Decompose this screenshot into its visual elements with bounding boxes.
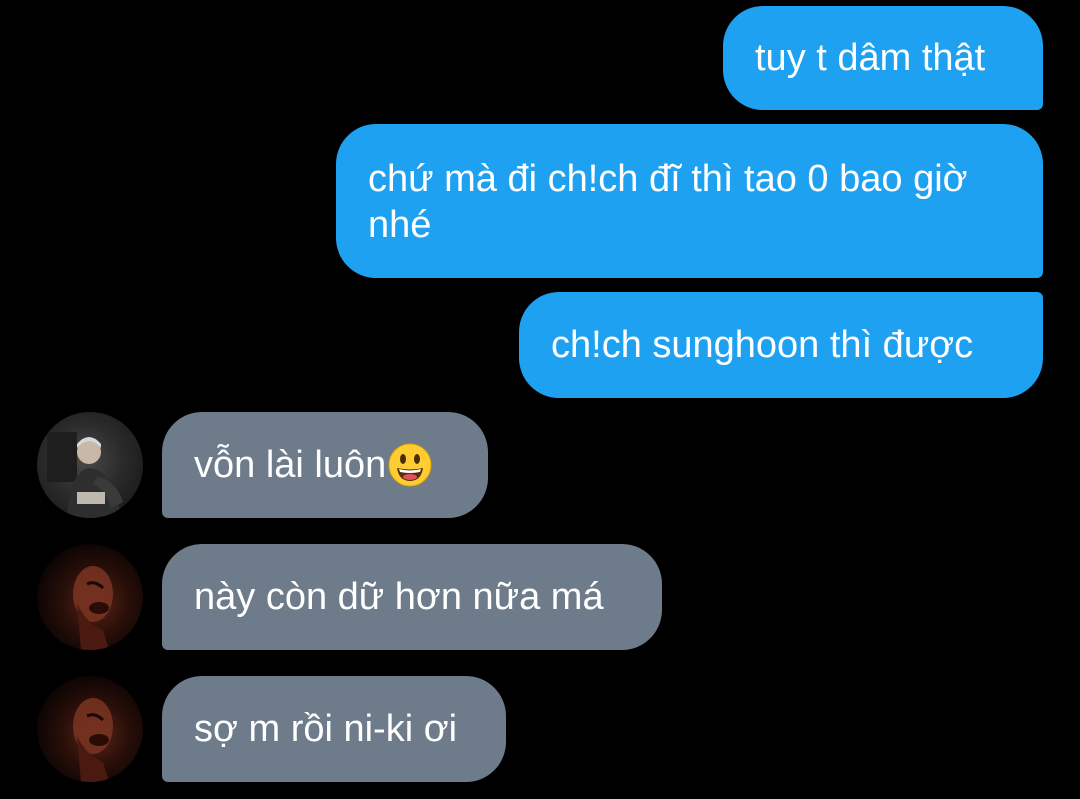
grinning-face-icon bbox=[388, 443, 432, 487]
message-text: vỗn lài luôn bbox=[194, 444, 387, 486]
avatar-photo-icon bbox=[47, 432, 123, 518]
received-message-bubble[interactable]: vỗn lài luôn bbox=[162, 412, 488, 518]
sent-message-bubble[interactable]: tuy t dâm thật bbox=[723, 6, 1043, 110]
contact-avatar[interactable] bbox=[37, 544, 143, 650]
chat-thread: tuy t dâm thật chứ mà đi ch!ch đĩ thì ta… bbox=[0, 0, 1080, 799]
avatar-photo-icon bbox=[73, 698, 113, 782]
sent-message-bubble[interactable]: chứ mà đi ch!ch đĩ thì tao 0 bao giờ nhé bbox=[336, 124, 1043, 278]
message-text: này còn dữ hơn nữa má bbox=[194, 576, 604, 618]
message-text: tuy t dâm thật bbox=[755, 37, 986, 79]
contact-avatar[interactable] bbox=[37, 676, 143, 782]
message-text: sợ m rồi ni-ki ơi bbox=[194, 708, 458, 750]
avatar-photo-icon bbox=[73, 566, 113, 650]
contact-avatar[interactable] bbox=[37, 412, 143, 518]
sent-message-bubble[interactable]: ch!ch sunghoon thì được bbox=[519, 292, 1043, 398]
message-text: ch!ch sunghoon thì được bbox=[551, 324, 974, 366]
message-text: chứ mà đi ch!ch đĩ thì tao 0 bao giờ nhé bbox=[368, 158, 968, 246]
received-message-bubble[interactable]: sợ m rồi ni-ki ơi bbox=[162, 676, 506, 782]
received-message-bubble[interactable]: này còn dữ hơn nữa má bbox=[162, 544, 662, 650]
